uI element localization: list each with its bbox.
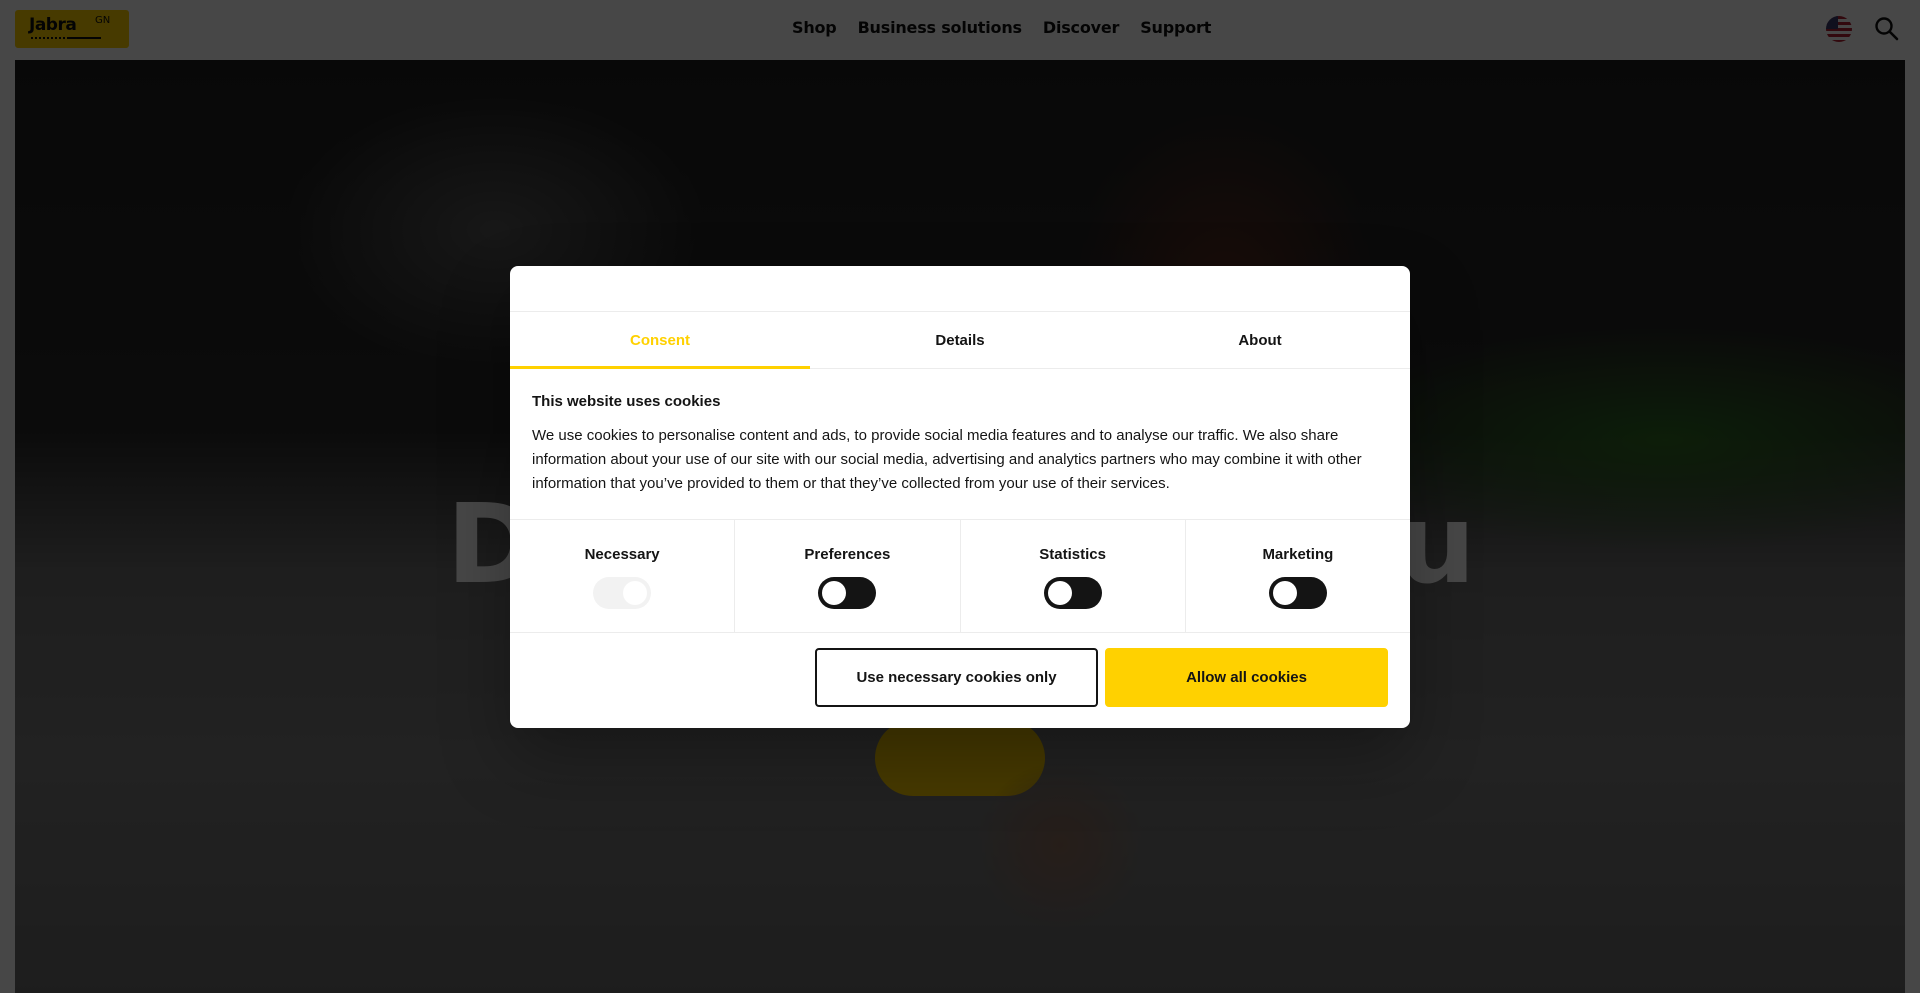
dialog-title: This website uses cookies: [532, 393, 721, 410]
dialog-actions: Use necessary cookies only Allow all coo…: [510, 633, 1410, 707]
marketing-toggle[interactable]: [1268, 577, 1327, 609]
preferences-toggle[interactable]: [818, 577, 877, 609]
necessary-toggle: [593, 577, 652, 609]
dialog-header: [510, 266, 1410, 312]
category-necessary: Necessary: [510, 520, 736, 632]
cookie-categories: Necessary Preferences Statistics Marketi…: [510, 519, 1410, 633]
consent-tabs: Consent Details About: [510, 312, 1410, 369]
cookie-consent-dialog: Consent Details About This website uses …: [510, 266, 1410, 728]
use-necessary-cookies-button[interactable]: Use necessary cookies only: [815, 648, 1098, 707]
statistics-toggle[interactable]: [1043, 577, 1102, 609]
category-statistics: Statistics: [961, 520, 1186, 632]
dialog-body: This website uses cookies We use cookies…: [510, 369, 1410, 519]
category-preferences: Preferences: [735, 520, 961, 632]
category-label: Marketing: [1262, 546, 1334, 563]
tab-about[interactable]: About: [1110, 312, 1410, 368]
category-label: Preferences: [804, 546, 891, 563]
tab-consent[interactable]: Consent: [510, 312, 810, 369]
tab-details[interactable]: Details: [810, 312, 1110, 368]
dialog-description: We use cookies to personalise content an…: [532, 427, 1362, 492]
allow-all-cookies-button[interactable]: Allow all cookies: [1105, 648, 1388, 707]
category-label: Statistics: [1039, 546, 1106, 563]
category-marketing: Marketing: [1186, 520, 1410, 632]
category-label: Necessary: [584, 546, 660, 563]
